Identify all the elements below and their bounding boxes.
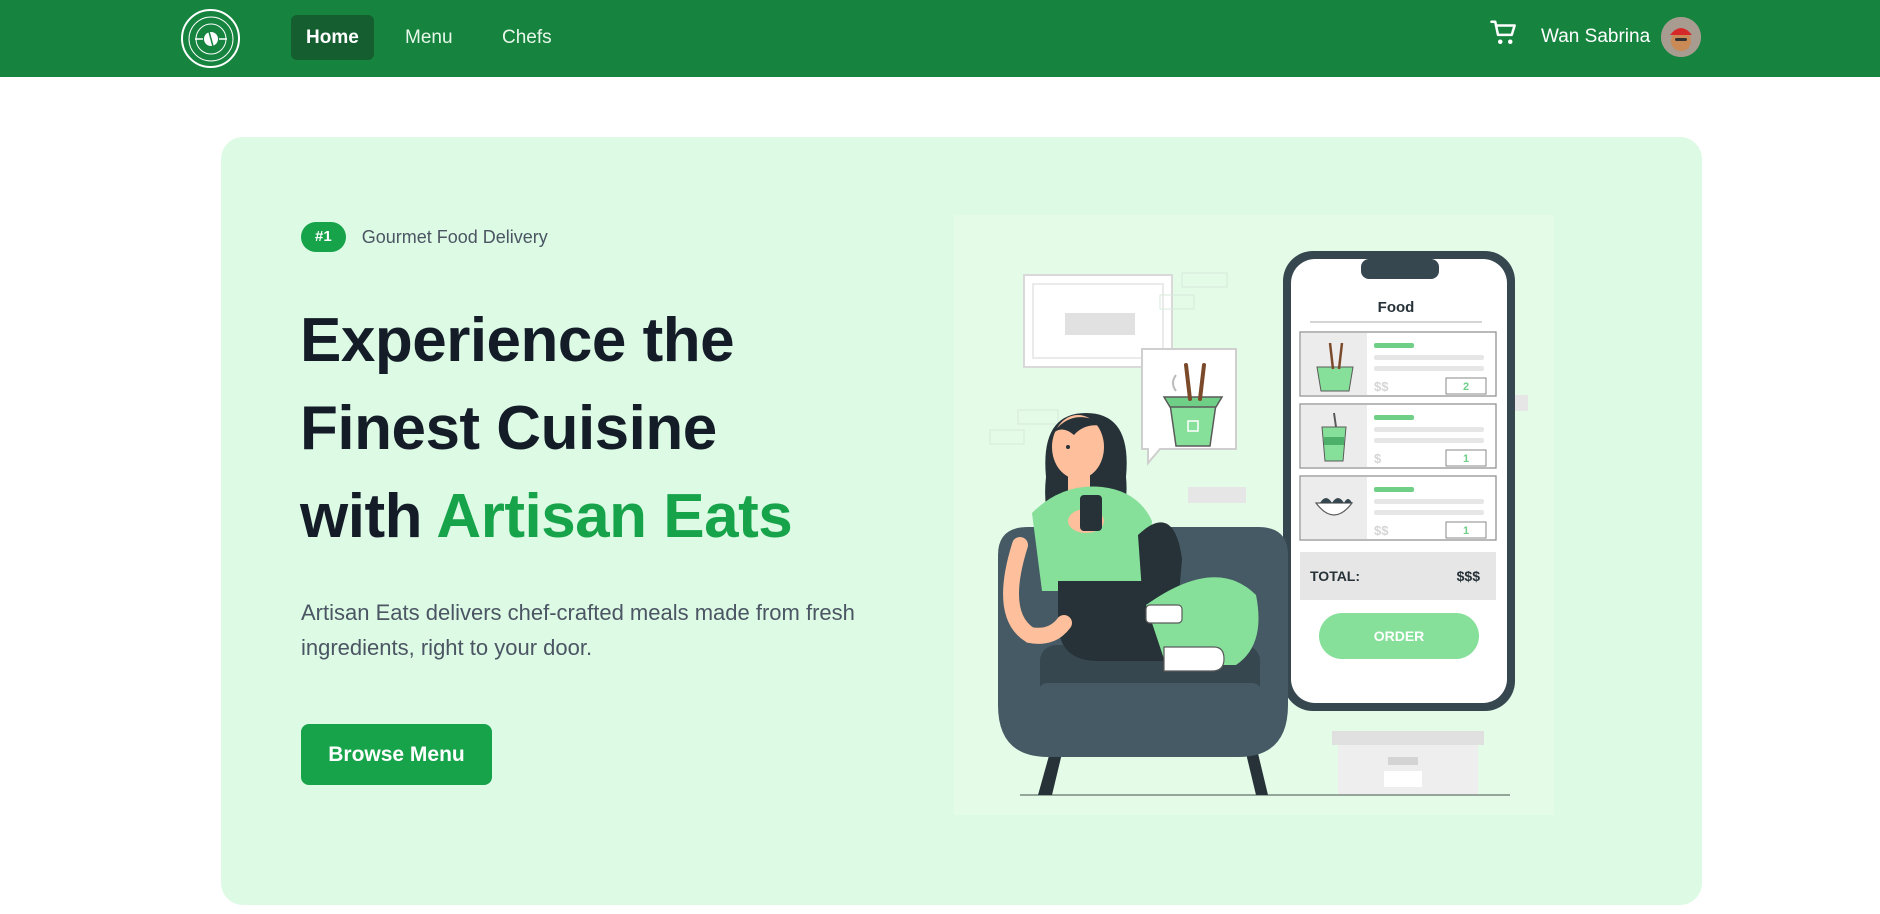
badge-text: Gourmet Food Delivery [361, 226, 548, 247]
hero-illustration: Food $$ 2 $ 1 $$ 1 TOTAL: $$$ ORDER [950, 215, 1560, 820]
logo-emblem-icon [188, 16, 233, 61]
item-1-qty: 2 [1463, 381, 1469, 393]
avatar-image-icon [1661, 17, 1701, 57]
total-label: TOTAL: [1310, 568, 1360, 584]
headline-line-1: Experience the [300, 306, 735, 375]
nav-chefs[interactable]: Chefs [487, 15, 567, 60]
headline-line-2: Finest Cuisine [300, 394, 717, 463]
item-2-price: $ [1374, 451, 1382, 466]
item-3-qty: 1 [1463, 525, 1469, 537]
item-3-price: $$ [1374, 523, 1389, 538]
badge-row: #1 Gourmet Food Delivery [301, 222, 548, 252]
rank-badge: #1 [301, 222, 346, 252]
hero-section: #1 Gourmet Food Delivery Experience the … [221, 137, 1702, 905]
browse-menu-button[interactable]: Browse Menu [301, 724, 492, 785]
headline-line-3-prefix: with [300, 482, 422, 551]
item-2-qty: 1 [1463, 453, 1469, 465]
logo[interactable] [181, 9, 240, 68]
navbar: Home Menu Chefs Wan Sabrina [0, 0, 1880, 77]
nav-menu[interactable]: Menu [390, 15, 468, 60]
hero-subtext: Artisan Eats delivers chef-crafted meals… [301, 600, 855, 660]
cart-icon[interactable] [1489, 18, 1519, 48]
phone-title: Food [1378, 299, 1415, 316]
avatar[interactable] [1661, 17, 1701, 57]
nav-home[interactable]: Home [291, 15, 374, 60]
user-name[interactable]: Wan Sabrina [1541, 26, 1650, 48]
hero-headline: Experience the Finest Cuisine with Artis… [300, 297, 940, 561]
headline-accent: Artisan Eats [436, 482, 793, 551]
order-label: ORDER [1374, 628, 1425, 644]
total-value: $$$ [1457, 568, 1481, 584]
item-1-price: $$ [1374, 379, 1389, 394]
